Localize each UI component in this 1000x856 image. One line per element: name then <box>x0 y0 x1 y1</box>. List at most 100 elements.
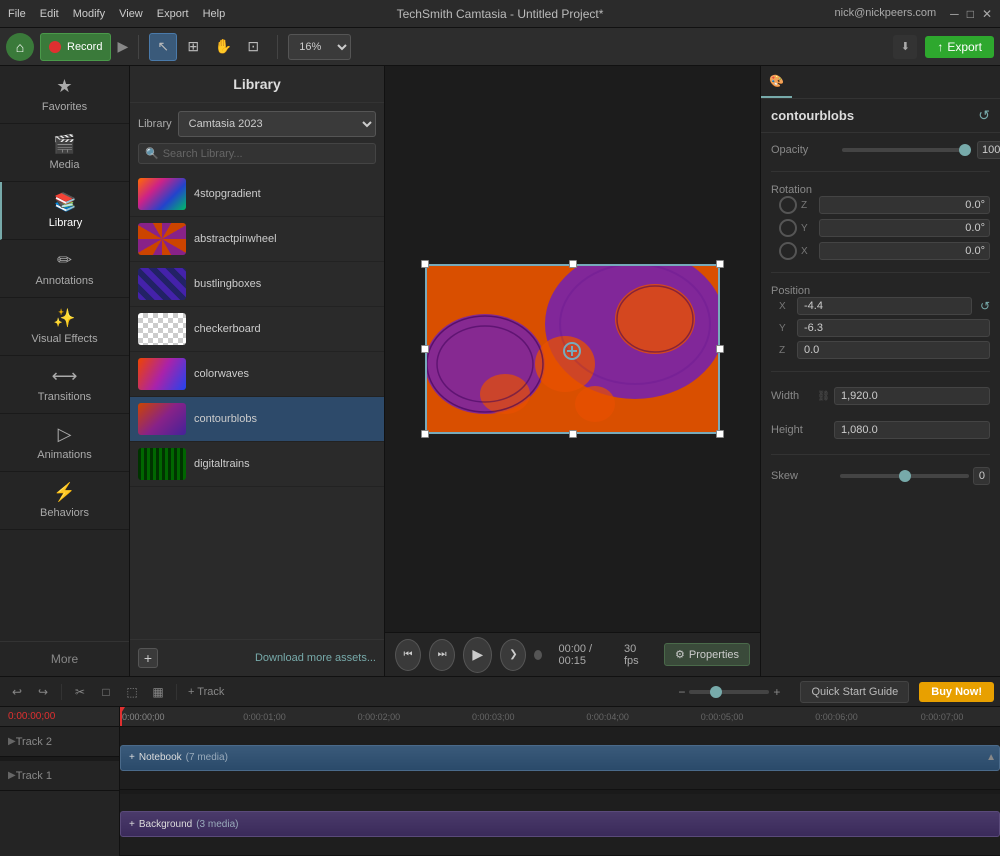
lib-thumb-bustlingboxes <box>138 268 186 300</box>
menu-export[interactable]: Export <box>157 8 189 20</box>
time-display: 00:00 / 00:15 <box>558 643 610 667</box>
menu-view[interactable]: View <box>119 8 143 20</box>
height-input[interactable] <box>834 421 990 439</box>
prop-tab-visual[interactable]: 🎨 <box>761 66 792 98</box>
rot-x-label: X <box>801 246 815 257</box>
crop-tool[interactable]: ⊡ <box>239 33 267 61</box>
lib-item-digitaltrains[interactable]: digitaltrains <box>130 442 384 487</box>
timeline-content: 0:00:00;00 0:00:01;00 0:00:02;00 0:00:03… <box>120 707 1000 856</box>
prop-reset-btn[interactable]: ↺ <box>978 107 990 124</box>
track1-header: ▶ Track 1 <box>0 761 119 791</box>
library-selector-dropdown[interactable]: Camtasia 2023 <box>178 111 376 137</box>
step-back-btn[interactable]: ⏭ <box>429 639 455 671</box>
zoom-dropdown[interactable]: 16% 25% 50% 100% <box>288 34 351 60</box>
rotation-label-row: Rotation <box>771 184 990 196</box>
menu-edit[interactable]: Edit <box>40 8 59 20</box>
favorites-icon: ★ <box>56 76 72 97</box>
tl-sep-1 <box>61 684 62 700</box>
menu-file[interactable]: File <box>8 8 26 20</box>
zoom-plus-icon[interactable]: + <box>773 685 780 699</box>
home-btn[interactable]: ⌂ <box>6 33 34 61</box>
select-tool[interactable]: ↖ <box>149 33 177 61</box>
sidebar-more-btn[interactable]: More <box>0 641 129 676</box>
pos-x-input[interactable] <box>797 297 972 315</box>
track2-clip[interactable]: + Notebook (7 media) <box>120 745 1000 771</box>
properties-btn[interactable]: ⚙ Properties <box>664 643 750 666</box>
sidebar-item-transitions[interactable]: ⟷ Transitions <box>0 356 129 414</box>
rot-x-dial[interactable] <box>779 242 797 260</box>
undo-btn[interactable]: ↩ <box>6 681 28 703</box>
rot-z-dial[interactable] <box>779 196 797 214</box>
lib-item-contourblobs[interactable]: contourblobs <box>130 397 384 442</box>
rot-x-input[interactable] <box>819 242 990 260</box>
pos-z-input[interactable] <box>797 341 990 359</box>
pos-x-row: X ↺ <box>779 297 990 315</box>
lib-item-checkerboard[interactable]: checkerboard <box>130 307 384 352</box>
next-arrow[interactable]: ▶ <box>117 38 128 55</box>
zoom-minus-icon[interactable]: − <box>678 685 685 699</box>
rot-y-input[interactable] <box>819 219 990 237</box>
progress-indicator[interactable] <box>534 650 542 660</box>
timeline-ruler: 0:00:00;00 0:00:01;00 0:00:02;00 0:00:03… <box>120 707 1000 727</box>
sidebar-item-behaviors[interactable]: ⚡ Behaviors <box>0 472 129 530</box>
play-btn[interactable]: ▶ <box>463 637 492 673</box>
preview-image <box>425 264 720 434</box>
copy-btn[interactable]: □ <box>95 681 117 703</box>
sidebar-item-visual-effects[interactable]: ✨ Visual Effects <box>0 298 129 356</box>
track2-expand[interactable]: ▶ <box>8 736 16 747</box>
sidebar-item-animations[interactable]: ▷ Animations <box>0 414 129 472</box>
redo-btn[interactable]: ↪ <box>32 681 54 703</box>
timeline-zoom-slider[interactable] <box>689 690 769 694</box>
track1-expand[interactable]: ▶ <box>8 770 16 781</box>
win-close-btn[interactable]: ✕ <box>982 7 992 21</box>
opacity-label: Opacity <box>771 144 836 156</box>
step-fwd-btn[interactable]: ❯ <box>500 639 526 671</box>
skew-slider[interactable] <box>840 474 969 478</box>
add-asset-btn[interactable]: + <box>138 648 158 668</box>
main-toolbar: ⌂ Record ▶ ↖ ⊞ ✋ ⊡ 16% 25% 50% 100% ⬇ ↑ … <box>0 28 1000 66</box>
sidebar-item-library[interactable]: 📚 Library <box>0 182 129 240</box>
lib-item-colorwaves[interactable]: colorwaves <box>130 352 384 397</box>
lib-item-abstractpinwheel[interactable]: abstractpinwheel <box>130 217 384 262</box>
transform-tool[interactable]: ⊞ <box>179 33 207 61</box>
rot-z-label: Z <box>801 200 815 211</box>
quick-start-guide-btn[interactable]: Quick Start Guide <box>800 681 909 703</box>
split-btn[interactable]: ▦ <box>147 681 169 703</box>
rewind-btn[interactable]: ⏮ <box>395 639 421 671</box>
download-assets-link[interactable]: Download more assets... <box>255 652 376 664</box>
pos-y-input[interactable] <box>797 319 990 337</box>
buy-now-btn[interactable]: Buy Now! <box>919 682 994 702</box>
width-input[interactable] <box>834 387 990 405</box>
media-label: Media <box>50 159 80 171</box>
opacity-value: 100% <box>977 141 1000 159</box>
opacity-slider[interactable] <box>842 148 971 152</box>
record-button[interactable]: Record <box>40 33 111 61</box>
sidebar-item-media[interactable]: 🎬 Media <box>0 124 129 182</box>
library-selector-row: Library Camtasia 2023 <box>138 111 376 137</box>
track2-expand-arrow[interactable]: ▲ <box>986 752 996 763</box>
cut-btn[interactable]: ✂ <box>69 681 91 703</box>
toolbar-separator-2 <box>277 35 278 59</box>
win-minimize-btn[interactable]: ─ <box>950 7 959 21</box>
paste-btn[interactable]: ⬚ <box>121 681 143 703</box>
toolbar-separator-1 <box>138 35 139 59</box>
rot-z-input[interactable] <box>819 196 990 214</box>
download-icon[interactable]: ⬇ <box>893 35 917 59</box>
sidebar-item-annotations[interactable]: ✏ Annotations <box>0 240 129 298</box>
add-track-btn[interactable]: + Track <box>184 681 228 703</box>
lib-item-4stopgradient[interactable]: 4stopgradient <box>130 172 384 217</box>
library-search-input[interactable] <box>163 148 369 160</box>
pan-tool[interactable]: ✋ <box>209 33 237 61</box>
pos-x-reset[interactable]: ↺ <box>980 299 990 313</box>
menu-help[interactable]: Help <box>203 8 226 20</box>
rot-y-dial[interactable] <box>779 219 797 237</box>
lib-item-bustlingboxes[interactable]: bustlingboxes <box>130 262 384 307</box>
sidebar-item-favorites[interactable]: ★ Favorites <box>0 66 129 124</box>
lib-thumb-4stopgradient <box>138 178 186 210</box>
export-button[interactable]: ↑ Export <box>925 36 994 58</box>
menu-modify[interactable]: Modify <box>73 8 105 20</box>
track1-clip[interactable]: + Background (3 media) <box>120 811 1000 837</box>
ruler-mark-7: 0:00:07;00 <box>921 712 964 722</box>
win-maximize-btn[interactable]: □ <box>967 7 974 21</box>
tl-sep-2 <box>176 684 177 700</box>
